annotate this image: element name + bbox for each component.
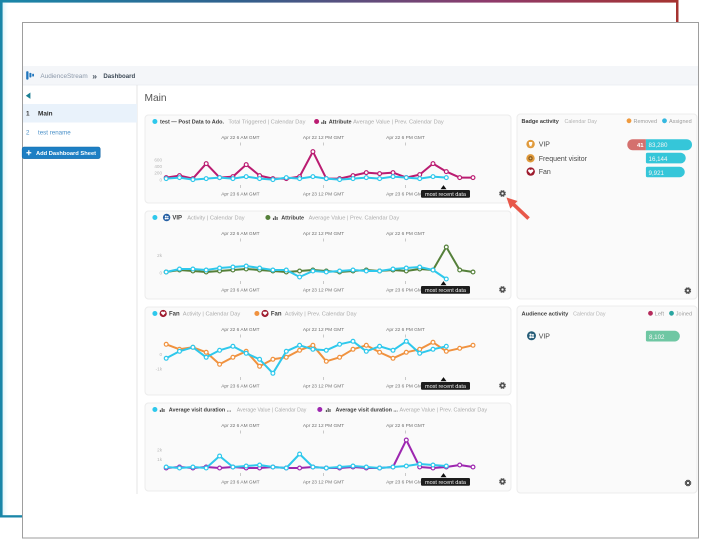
svg-text:Badge activity: Badge activity <box>522 119 560 125</box>
svg-text:Audience activity: Audience activity <box>522 312 570 318</box>
svg-text:Apr 22 6 AM GMT: Apr 22 6 AM GMT <box>221 423 259 429</box>
svg-text:Apr 22 6 AM GMT: Apr 22 6 AM GMT <box>221 135 259 141</box>
svg-text:83,280: 83,280 <box>649 142 668 149</box>
svg-text:Apr 22 6 PM GMT: Apr 22 6 PM GMT <box>386 135 425 141</box>
svg-text:Average Value | Prev. Calendar: Average Value | Prev. Calendar Day <box>353 120 444 126</box>
svg-text:Apr 23 12 PM GMT: Apr 23 12 PM GMT <box>303 288 344 294</box>
svg-text:Activity | Calendar Day: Activity | Calendar Day <box>187 216 245 222</box>
svg-text:Apr 23 12 PM GMT: Apr 23 12 PM GMT <box>303 384 344 390</box>
svg-text:Apr 23 6 PM GMT: Apr 23 6 PM GMT <box>386 384 425 390</box>
svg-text:16,144: 16,144 <box>649 156 668 163</box>
svg-text:0: 0 <box>159 178 162 183</box>
svg-text:most recent data: most recent data <box>425 288 467 294</box>
svg-text:Activity | Calendar Day: Activity | Calendar Day <box>183 312 241 318</box>
svg-text:Apr 22 6 PM GMT: Apr 22 6 PM GMT <box>386 423 425 429</box>
svg-text:Average Value | Calendar Day: Average Value | Calendar Day <box>237 408 307 414</box>
svg-text:Apr 23 6 AM GMT: Apr 23 6 AM GMT <box>221 288 259 294</box>
svg-text:Apr 23 6 PM GMT: Apr 23 6 PM GMT <box>386 192 425 198</box>
svg-text:test rename: test rename <box>38 129 71 136</box>
svg-text:»: » <box>92 71 97 81</box>
svg-text:Apr 23 6 PM GMT: Apr 23 6 PM GMT <box>386 480 425 486</box>
svg-text:8,102: 8,102 <box>649 334 665 341</box>
svg-text:Apr 22 6 AM GMT: Apr 22 6 AM GMT <box>221 327 259 333</box>
svg-text:VIP: VIP <box>539 333 551 340</box>
svg-text:Apr 22 6 AM GMT: Apr 22 6 AM GMT <box>221 231 259 237</box>
svg-text:200: 200 <box>154 171 162 176</box>
svg-text:Frequent visitor: Frequent visitor <box>539 156 588 163</box>
svg-text:600: 600 <box>154 158 162 163</box>
svg-text:Apr 23 12 PM GMT: Apr 23 12 PM GMT <box>303 480 344 486</box>
svg-text:1k: 1k <box>157 457 163 462</box>
svg-text:Apr 23 12 PM GMT: Apr 23 12 PM GMT <box>303 192 344 198</box>
svg-text:Left: Left <box>655 312 665 318</box>
svg-text:Apr 23 6 AM GMT: Apr 23 6 AM GMT <box>221 384 259 390</box>
svg-text:Average visit duration ...: Average visit duration ... <box>169 408 232 414</box>
svg-text:Apr 22 12 PM GMT: Apr 22 12 PM GMT <box>303 135 344 141</box>
svg-text:Main: Main <box>145 93 167 104</box>
svg-text:Fan: Fan <box>169 312 180 318</box>
svg-text:-1k: -1k <box>156 367 163 372</box>
svg-text:Apr 22 12 PM GMT: Apr 22 12 PM GMT <box>303 231 344 237</box>
svg-text:Fan: Fan <box>539 169 551 176</box>
svg-text:0: 0 <box>159 352 162 357</box>
svg-text:Apr 23 6 PM GMT: Apr 23 6 PM GMT <box>386 288 425 294</box>
svg-text:Apr 22 12 PM GMT: Apr 22 12 PM GMT <box>303 327 344 333</box>
svg-text:Average Value | Prev. Calendar: Average Value | Prev. Calendar Day <box>400 408 488 414</box>
svg-text:Main: Main <box>38 111 53 118</box>
svg-text:Add Dashboard Sheet: Add Dashboard Sheet <box>36 151 96 157</box>
svg-text:400: 400 <box>154 164 162 169</box>
svg-text:Removed: Removed <box>634 119 658 125</box>
svg-text:9,921: 9,921 <box>649 170 665 177</box>
svg-text:most recent data: most recent data <box>425 384 467 390</box>
svg-text:Apr 22 12 PM GMT: Apr 22 12 PM GMT <box>303 423 344 429</box>
svg-text:Assigned: Assigned <box>669 119 692 125</box>
svg-text:Attribute: Attribute <box>329 120 352 126</box>
svg-text:test — Post Data to Ado.: test — Post Data to Ado. <box>160 120 224 126</box>
svg-text:Average Value | Prev. Calendar: Average Value | Prev. Calendar Day <box>309 216 400 222</box>
svg-text:Total Triggered | Calendar Day: Total Triggered | Calendar Day <box>228 120 305 126</box>
svg-text:0: 0 <box>159 271 162 276</box>
svg-text:Activity | Prev. Calendar Day: Activity | Prev. Calendar Day <box>285 312 357 318</box>
svg-text:VIP: VIP <box>172 216 182 222</box>
svg-text:Apr 23 6 AM GMT: Apr 23 6 AM GMT <box>221 480 259 486</box>
svg-text:Fan: Fan <box>271 312 282 318</box>
svg-text:AudienceStream: AudienceStream <box>40 73 87 80</box>
svg-text:Calendar Day: Calendar Day <box>573 312 606 318</box>
svg-text:Average visit duration ...: Average visit duration ... <box>336 408 399 414</box>
svg-text:Dashboard: Dashboard <box>103 73 135 80</box>
svg-text:2k: 2k <box>157 448 163 453</box>
svg-text:Calendar Day: Calendar Day <box>565 119 598 125</box>
svg-text:most recent data: most recent data <box>425 480 467 486</box>
svg-text:most recent data: most recent data <box>425 192 467 198</box>
svg-text:Apr 22 6 PM GMT: Apr 22 6 PM GMT <box>386 231 425 237</box>
svg-text:Apr 23 6 AM GMT: Apr 23 6 AM GMT <box>221 192 259 198</box>
svg-text:2k: 2k <box>157 253 163 258</box>
svg-text:Attribute: Attribute <box>281 216 304 222</box>
svg-text:41: 41 <box>637 143 644 149</box>
svg-text:1: 1 <box>26 111 30 118</box>
svg-text:2: 2 <box>26 129 30 136</box>
svg-text:Joined: Joined <box>676 312 692 318</box>
svg-text:Apr 22 6 PM GMT: Apr 22 6 PM GMT <box>386 327 425 333</box>
svg-text:VIP: VIP <box>539 142 551 149</box>
